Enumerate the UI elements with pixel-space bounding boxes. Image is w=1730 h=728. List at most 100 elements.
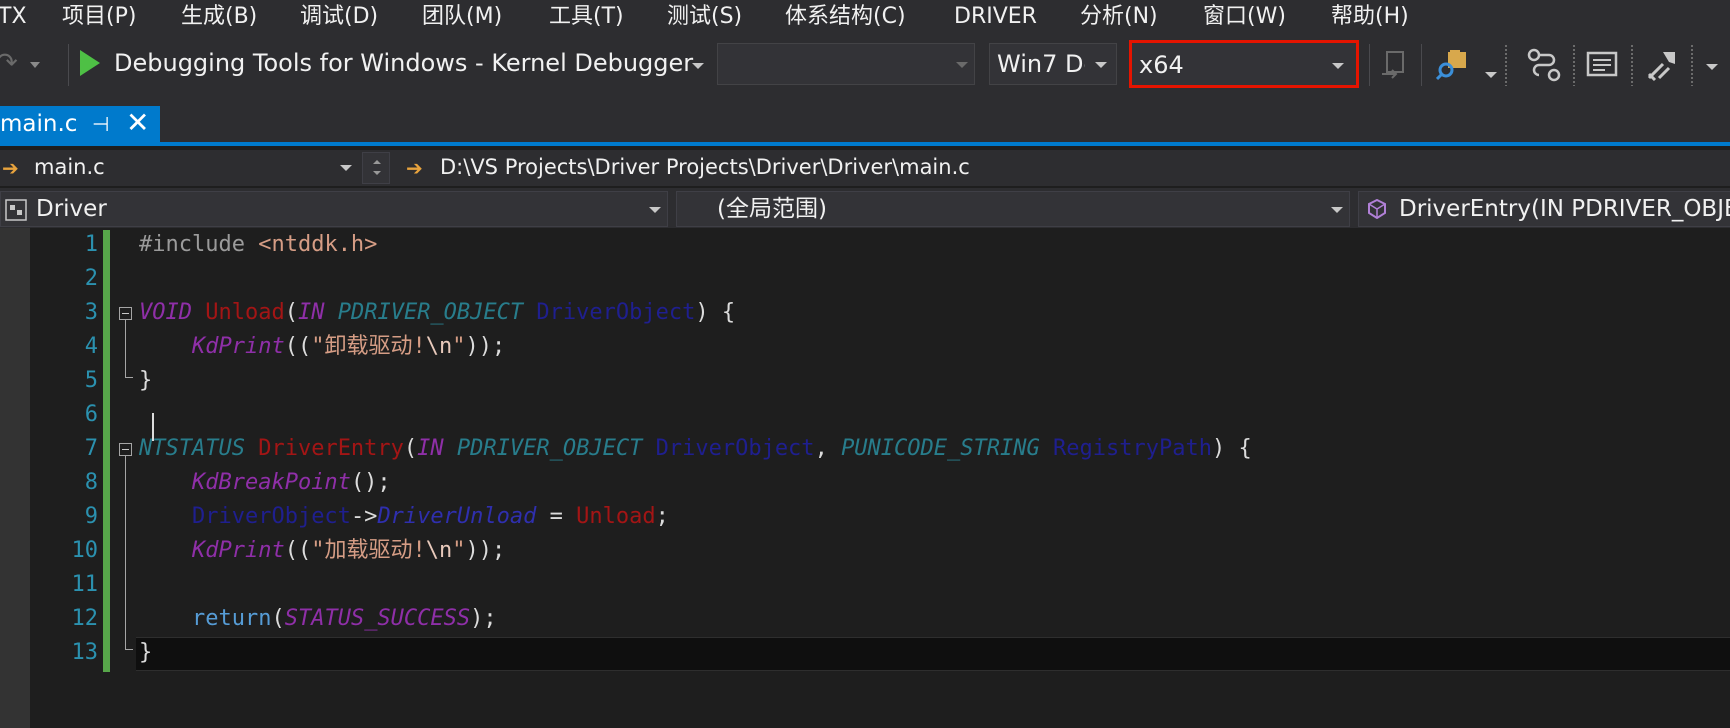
tools-icon[interactable] <box>1645 48 1679 82</box>
solution-configuration-value: Win7 Debug <box>997 50 1085 78</box>
close-icon[interactable]: ✕ <box>126 107 149 139</box>
fold-guide <box>125 456 126 649</box>
param-token: DriverObject <box>191 504 351 529</box>
line-number: 9 <box>84 504 98 529</box>
project-name: Driver <box>36 196 107 222</box>
menu-item-build[interactable]: 生成(B) <box>181 0 257 34</box>
scope-value: (全局范围) <box>717 196 827 222</box>
toolbar-grip[interactable] <box>1690 44 1694 86</box>
current-line-highlight <box>136 637 1730 671</box>
chevron-down-icon <box>1332 63 1344 69</box>
escape-token: \n <box>425 538 453 563</box>
code-map-icon[interactable] <box>1527 48 1561 82</box>
file-combo[interactable]: main.c <box>34 152 105 182</box>
method-icon <box>1368 199 1386 219</box>
line-number: 11 <box>71 572 99 597</box>
project-combo[interactable]: Driver <box>0 191 668 227</box>
tab-main-c[interactable]: main.c ⊣ ✕ <box>0 106 160 142</box>
line-number: 4 <box>84 334 98 359</box>
line-number: 10 <box>71 538 99 563</box>
tab-title: main.c <box>0 111 78 137</box>
pin-icon[interactable]: ⊣ <box>92 112 109 136</box>
string-token: " <box>452 334 466 359</box>
menu-item-project[interactable]: 项目(P) <box>62 0 136 34</box>
toolbar-grip[interactable] <box>1504 44 1508 86</box>
macro-token: IN <box>297 300 325 325</box>
menu-item-test[interactable]: 测试(S) <box>667 0 742 34</box>
punct-token: )); <box>465 334 506 359</box>
string-token: "卸载驱动! <box>311 334 426 359</box>
punct-token: (); <box>350 470 391 495</box>
empty-combo[interactable] <box>717 43 975 85</box>
code-editor[interactable]: 1 2 3 4 5 6 7 8 9 10 11 12 13 #include <… <box>0 228 1730 728</box>
code-line: VOID Unload(IN PDRIVER_OBJECT DriverObje… <box>139 300 736 325</box>
menu-item-team[interactable]: 团队(M) <box>422 0 502 34</box>
menu-bar: TX 项目(P) 生成(B) 调试(D) 团队(M) 工具(T) 测试(S) 体… <box>0 0 1730 34</box>
toolbar-separator <box>68 44 69 86</box>
menu-item-driver[interactable]: DRIVER <box>954 0 1037 34</box>
chevron-down-icon <box>649 207 661 213</box>
debugger-target-dropdown-icon[interactable] <box>692 63 704 69</box>
toolbar-grip[interactable] <box>1630 44 1634 86</box>
string-token: " <box>452 538 466 563</box>
line-number: 3 <box>84 300 98 325</box>
solution-platform-value: x64 <box>1139 51 1184 79</box>
fold-guide-end <box>125 377 133 378</box>
code-line: } <box>139 364 152 398</box>
toolbar-overflow-icon[interactable] <box>1706 64 1718 70</box>
function-token: Unload <box>205 300 285 325</box>
macro-token: KdBreakPoint <box>191 470 351 495</box>
collapse-icon[interactable] <box>119 443 132 456</box>
line-number: 5 <box>84 368 98 393</box>
menu-item-help[interactable]: 帮助(H) <box>1331 0 1409 34</box>
fold-guide <box>125 320 126 377</box>
code-line: NTSTATUS DriverEntry(IN PDRIVER_OBJECT D… <box>139 436 1252 461</box>
find-in-files-icon[interactable] <box>1436 48 1470 82</box>
function-token: Unload <box>576 504 656 529</box>
punct-token: ; <box>655 504 669 529</box>
start-debugging-icon[interactable] <box>80 50 100 76</box>
code-line: DriverObject->DriverUnload = Unload; <box>139 500 669 534</box>
solution-platform-combo[interactable]: x64 <box>1129 40 1359 88</box>
menu-item-tx[interactable]: TX <box>0 0 27 34</box>
type-token: NTSTATUS <box>139 436 245 461</box>
redo-icon[interactable]: ↷ <box>0 48 22 78</box>
toolbar-grip[interactable] <box>1572 44 1576 86</box>
chevron-down-icon[interactable] <box>340 165 352 171</box>
indicator-margin[interactable] <box>0 228 30 728</box>
redo-dropdown-icon[interactable] <box>30 62 40 68</box>
collapse-icon[interactable] <box>119 307 132 320</box>
type-token: PUNICODE_STRING <box>841 436 1040 461</box>
find-dropdown-icon[interactable] <box>1485 72 1497 78</box>
spin-up-icon[interactable] <box>373 160 381 164</box>
navigation-bar: Driver (全局范围) DriverEntry(IN PDRIVER_OBJ… <box>0 188 1730 228</box>
scope-combo[interactable]: (全局范围) <box>676 191 1350 227</box>
member-combo[interactable]: DriverEntry(IN PDRIVER_OBJECT DriverObje… <box>1358 191 1730 227</box>
spin-down-icon[interactable] <box>373 171 381 175</box>
param-token: DriverObject <box>655 436 815 461</box>
menu-item-debug[interactable]: 调试(D) <box>300 0 378 34</box>
chevron-down-icon <box>1095 62 1107 68</box>
editor-comment-icon[interactable] <box>1585 48 1619 82</box>
solution-configuration-combo[interactable]: Win7 Debug <box>989 43 1117 85</box>
punct-token: ) { <box>1211 436 1252 461</box>
escape-token: \n <box>425 334 453 359</box>
member-value: DriverEntry(IN PDRIVER_OBJECT DriverObje… <box>1399 196 1730 222</box>
file-spin-button[interactable] <box>362 152 390 184</box>
macro-token: STATUS_SUCCESS <box>284 606 471 631</box>
macro-token: KdPrint <box>191 538 285 563</box>
code-line: return(STATUS_SUCCESS); <box>191 606 497 631</box>
menu-item-window[interactable]: 窗口(W) <box>1203 0 1286 34</box>
macro-token: VOID <box>139 300 192 325</box>
brace-token: } <box>139 368 153 393</box>
line-number: 2 <box>84 266 98 291</box>
text-cursor <box>152 413 154 441</box>
menu-item-tools[interactable]: 工具(T) <box>549 0 624 34</box>
attach-process-icon[interactable] <box>1378 48 1412 82</box>
menu-item-architecture[interactable]: 体系结构(C) <box>785 0 906 34</box>
macro-token: IN <box>417 436 444 461</box>
menu-item-analyze[interactable]: 分析(N) <box>1080 0 1158 34</box>
debugger-target-button[interactable]: Debugging Tools for Windows - Kernel Deb… <box>114 47 693 79</box>
fold-guide-end <box>125 649 133 650</box>
line-number: 7 <box>84 436 98 461</box>
